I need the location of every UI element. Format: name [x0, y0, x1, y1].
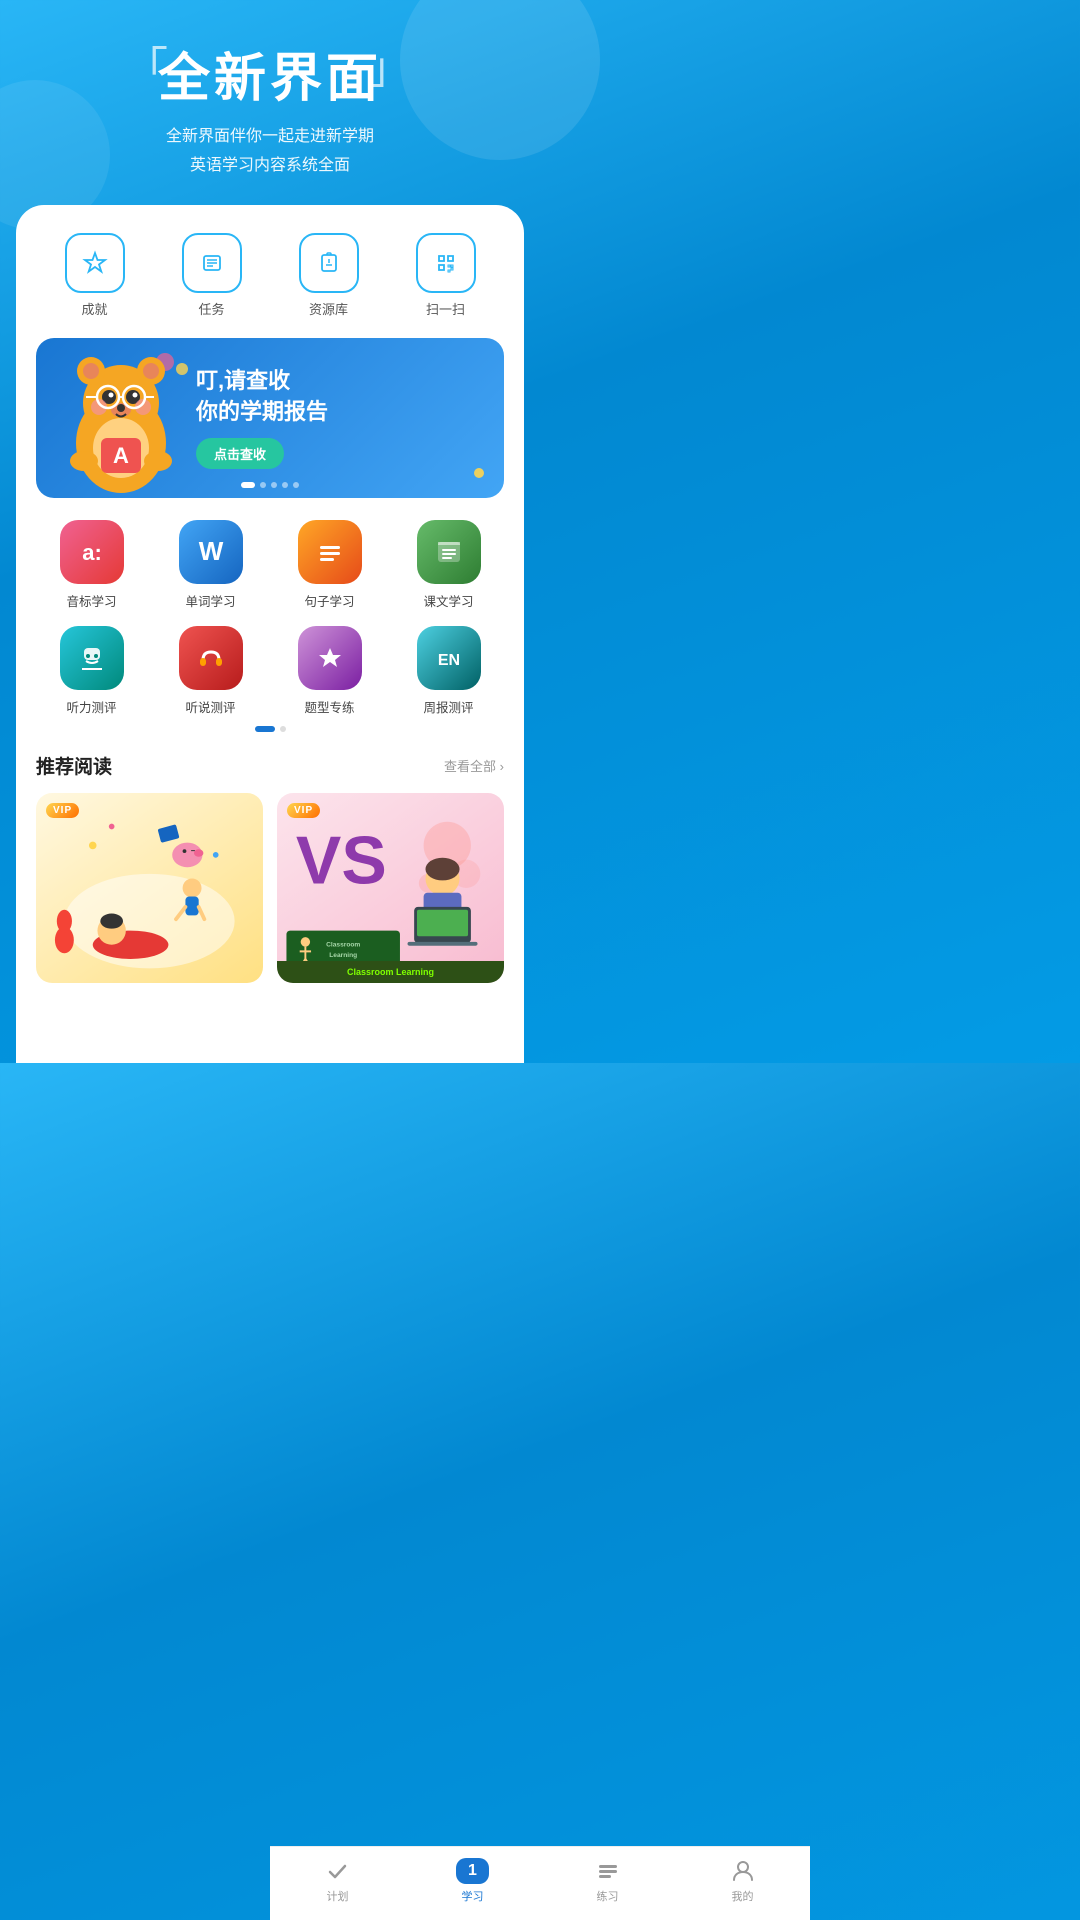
nav-practice-label: 练习 — [597, 1888, 619, 1904]
header-subtitle: 全新界面伴你一起走进新学期 英语学习内容系统全面 — [20, 123, 520, 181]
task-icon — [182, 233, 242, 293]
reading-card-1[interactable]: VIP — [36, 793, 263, 983]
card1-illustration — [36, 793, 263, 983]
svg-text:a:: a: — [82, 540, 102, 565]
weekly-label: 周报测评 — [423, 697, 473, 716]
achievement-label: 成就 — [81, 299, 107, 318]
feature-text[interactable]: 课文学习 — [393, 520, 504, 610]
phonetic-icon: a: — [60, 520, 124, 584]
main-card: 成就 任务 — [16, 205, 524, 1063]
bottom-nav: 计划 1 学习 练习 我的 — [270, 1846, 810, 1920]
nav-practice[interactable]: 练习 — [578, 1857, 638, 1904]
nav-mine[interactable]: 我的 — [713, 1857, 773, 1904]
nav-plan-label: 计划 — [327, 1888, 349, 1904]
reading-card-2[interactable]: VIP VS — [277, 793, 504, 983]
svg-text:VS: VS — [296, 822, 387, 898]
quick-action-task[interactable]: 任务 — [182, 233, 242, 318]
listening-icon — [60, 626, 124, 690]
sentence-label: 句子学习 — [304, 591, 354, 610]
text-icon — [417, 520, 481, 584]
plan-icon — [324, 1857, 352, 1885]
text-label: 课文学习 — [423, 591, 473, 610]
quick-actions: 成就 任务 — [36, 233, 504, 318]
feature-exercise[interactable]: 题型专练 — [274, 626, 385, 716]
study-icon: 1 — [459, 1857, 487, 1885]
card2-illustration: VS — [277, 793, 504, 983]
subtitle-line2: 英语学习内容系统全面 — [20, 152, 520, 181]
feature-word[interactable]: W 单词学习 — [155, 520, 266, 610]
section-more[interactable]: 查看全部 › — [444, 756, 504, 775]
feature-weekly[interactable]: EN 周报测评 — [393, 626, 504, 716]
feature-grid: a: 音标学习 W 单词学习 — [36, 520, 504, 716]
exercise-label: 题型专练 — [304, 697, 354, 716]
scan-label: 扫一扫 — [426, 299, 465, 318]
svg-text:Classroom: Classroom — [326, 941, 360, 948]
page-dots — [36, 726, 504, 732]
nav-study[interactable]: 1 学习 — [443, 1857, 503, 1904]
speaking-label: 听说测评 — [185, 697, 235, 716]
header-title: 全新界面 — [158, 36, 382, 111]
banner[interactable]: A 叮,请查收 你的学期报告 点击查收 — [36, 338, 504, 498]
practice-icon — [594, 1857, 622, 1885]
banner-title: 叮,请查收 你的学期报告 — [196, 366, 484, 428]
subtitle-line1: 全新界面伴你一起走进新学期 — [20, 123, 520, 152]
banner-dot-4 — [282, 482, 288, 488]
section-title: 推荐阅读 — [36, 752, 112, 779]
nav-study-label: 学习 — [462, 1888, 484, 1904]
quick-action-achievement[interactable]: 成就 — [65, 233, 125, 318]
phonetic-label: 音标学习 — [66, 591, 116, 610]
exercise-icon — [298, 626, 362, 690]
task-label: 任务 — [198, 299, 224, 318]
feature-speaking[interactable]: 听说测评 — [155, 626, 266, 716]
nav-plan[interactable]: 计划 — [308, 1857, 368, 1904]
reading-cards: VIP — [36, 793, 504, 1063]
word-icon: W — [179, 520, 243, 584]
svg-text:W: W — [198, 536, 223, 566]
page-dot-1 — [255, 726, 275, 732]
resource-label: 资源库 — [309, 299, 348, 318]
section-header: 推荐阅读 查看全部 › — [36, 752, 504, 779]
svg-text:A: A — [113, 443, 129, 468]
banner-dots — [241, 482, 299, 488]
feature-sentence[interactable]: 句子学习 — [274, 520, 385, 610]
sentence-icon — [298, 520, 362, 584]
nav-mine-label: 我的 — [732, 1888, 754, 1904]
banner-dot-3 — [271, 482, 277, 488]
banner-text: 叮,请查收 你的学期报告 点击查收 — [196, 366, 484, 469]
header: 全新界面 全新界面伴你一起走进新学期 英语学习内容系统全面 — [0, 0, 540, 205]
speaking-icon — [179, 626, 243, 690]
quick-action-scan[interactable]: 扫一扫 — [416, 233, 476, 318]
banner-dot-1 — [241, 482, 255, 488]
weekly-icon: EN — [417, 626, 481, 690]
listening-label: 听力测评 — [66, 697, 116, 716]
banner-dot-2 — [260, 482, 266, 488]
mine-icon — [729, 1857, 757, 1885]
classroom-label: Classroom Learning — [277, 961, 504, 983]
page-dot-2 — [280, 726, 286, 732]
banner-button[interactable]: 点击查收 — [196, 438, 284, 469]
bear-mascot-icon: A — [46, 343, 196, 498]
feature-listening[interactable]: 听力测评 — [36, 626, 147, 716]
svg-text:EN: EN — [437, 652, 459, 669]
achievement-icon — [65, 233, 125, 293]
word-label: 单词学习 — [185, 591, 235, 610]
resource-icon — [299, 233, 359, 293]
quick-action-resource[interactable]: 资源库 — [299, 233, 359, 318]
svg-text:Learning: Learning — [329, 952, 357, 959]
scan-icon — [416, 233, 476, 293]
feature-phonetic[interactable]: a: 音标学习 — [36, 520, 147, 610]
banner-dot-5 — [293, 482, 299, 488]
